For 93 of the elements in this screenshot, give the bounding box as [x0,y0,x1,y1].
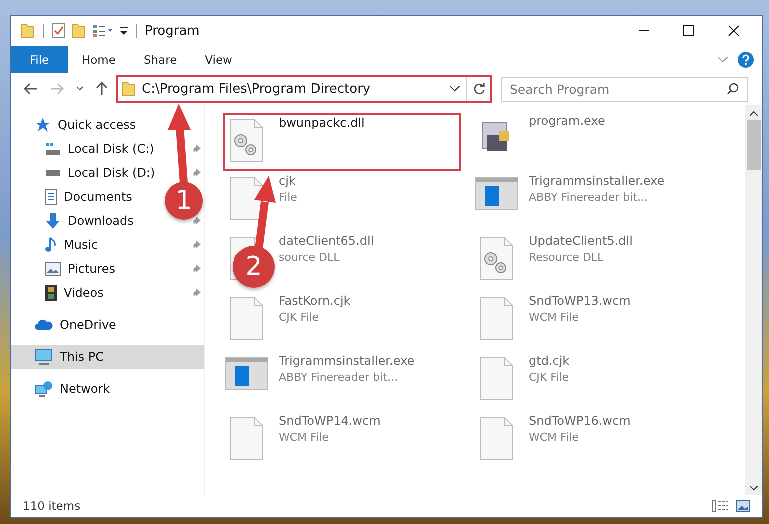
window-title: Program [145,24,200,38]
blank-file-icon [480,357,514,401]
file-name: dateClient65.dll [279,234,374,248]
details-view-icon[interactable] [712,500,728,512]
ribbon-tab[interactable]: File [11,46,68,73]
sidebar-item[interactable]: Music [64,238,98,252]
pin-icon[interactable] [192,288,202,298]
file-type: WCM File [279,431,330,444]
selected-row-highlight[interactable]: This PC [11,345,204,369]
scrollbar-track[interactable] [745,105,762,495]
file-name: Trigrammsinstaller.exe [279,354,415,368]
sidebar-item[interactable]: Local Disk (C:) [68,142,154,156]
file-type: WCM File [529,311,580,324]
installer-window-icon [475,177,519,211]
close-icon[interactable] [728,25,740,37]
customize-dropdown-icon[interactable] [120,26,128,36]
large-icons-view-icon[interactable] [736,500,750,512]
sidebar-item[interactable]: Quick access [58,118,136,132]
new-folder-icon[interactable] [72,23,86,39]
pin-icon[interactable] [192,168,202,178]
monitor-icon [35,349,53,365]
sidebar-item[interactable]: Network [60,382,110,396]
sidebar-item[interactable]: Local Disk (D:) [68,166,156,180]
cloud-icon [35,319,53,331]
file-type: WCM File [529,431,580,444]
file-type: ABBY Finereader bit... [279,371,399,384]
ribbon-tab[interactable]: Share [130,46,192,73]
step-badge: 2 [233,246,275,288]
item-count: 110 items [23,499,81,513]
download-arrow-icon [45,213,61,229]
search-field[interactable]: Search Program [501,76,748,102]
sidebar-item[interactable]: This PC [60,350,104,364]
scrollbar-thumb[interactable] [746,120,760,170]
maximize-icon[interactable] [683,25,695,37]
search-icon[interactable] [727,82,739,94]
folder-icon [122,81,136,97]
file-type: CJK File [529,371,570,384]
pin-icon[interactable] [192,240,202,250]
sidebar-item[interactable]: Videos [64,286,104,300]
drive-icon [45,142,61,156]
file-name: SndToWP16.wcm [529,414,631,428]
scroll-down-icon[interactable] [750,486,758,491]
blank-file-icon [230,417,264,461]
recent-dropdown-icon[interactable] [76,86,84,92]
film-strip-icon [45,285,57,301]
star-icon [35,117,51,133]
file-name: FastKorn.cjk [279,294,351,308]
blank-file-icon [230,297,264,341]
file-name: Trigrammsinstaller.exe [529,174,665,188]
sidebar-item[interactable]: Documents [64,190,132,204]
file-name: gtd.cjk [529,354,570,368]
sidebar-item[interactable]: OneDrive [60,318,116,332]
file-type: CJK File [279,311,320,324]
document-icon [45,189,57,205]
file-name: UpdateClient5.dll [529,234,633,248]
file-type: ABBY Finereader bit... [529,191,649,204]
gear-file-icon [230,119,264,163]
blank-file-icon [480,417,514,461]
file-name: bwunpackc.dll [279,116,365,130]
file-type: File [279,191,298,204]
drive-icon [45,170,61,176]
pin-icon[interactable] [192,264,202,274]
installer-window-icon [225,357,269,391]
blank-file-icon [230,177,264,221]
file-type: source DLL [279,251,341,264]
ribbon-tab[interactable]: View [191,46,246,73]
folder-icon[interactable] [21,23,35,39]
refresh-icon[interactable] [473,82,486,96]
pin-icon[interactable] [192,216,202,226]
address-bar[interactable]: C:\Program Files\Program Directory [116,75,492,103]
sidebar-item[interactable]: Downloads [68,214,134,228]
pin-icon[interactable] [192,144,202,154]
view-list-icon[interactable] [92,24,114,38]
up-arrow-icon[interactable] [96,82,108,96]
scroll-up-icon[interactable] [750,111,758,116]
network-icon [35,381,53,397]
sidebar-item[interactable]: Pictures [68,262,116,276]
file-name: program.exe [529,114,606,128]
gear-file-icon [480,237,514,281]
file-name: SndToWP13.wcm [529,294,631,308]
music-note-icon [45,237,57,253]
help-icon[interactable] [738,52,754,68]
step-badge: 1 [165,182,203,220]
file-name: cjk [279,174,297,188]
file-type: Resource DLL [529,251,605,264]
ribbon-tab[interactable]: Home [68,46,130,73]
back-arrow-icon[interactable] [24,83,38,95]
dropdown-chevron-icon[interactable] [450,86,460,92]
chevron-down-icon[interactable] [718,56,728,62]
picture-frame-icon [45,262,61,276]
properties-icon[interactable] [52,23,66,39]
blank-file-icon [480,297,514,341]
file-name: SndToWP14.wcm [279,414,381,428]
